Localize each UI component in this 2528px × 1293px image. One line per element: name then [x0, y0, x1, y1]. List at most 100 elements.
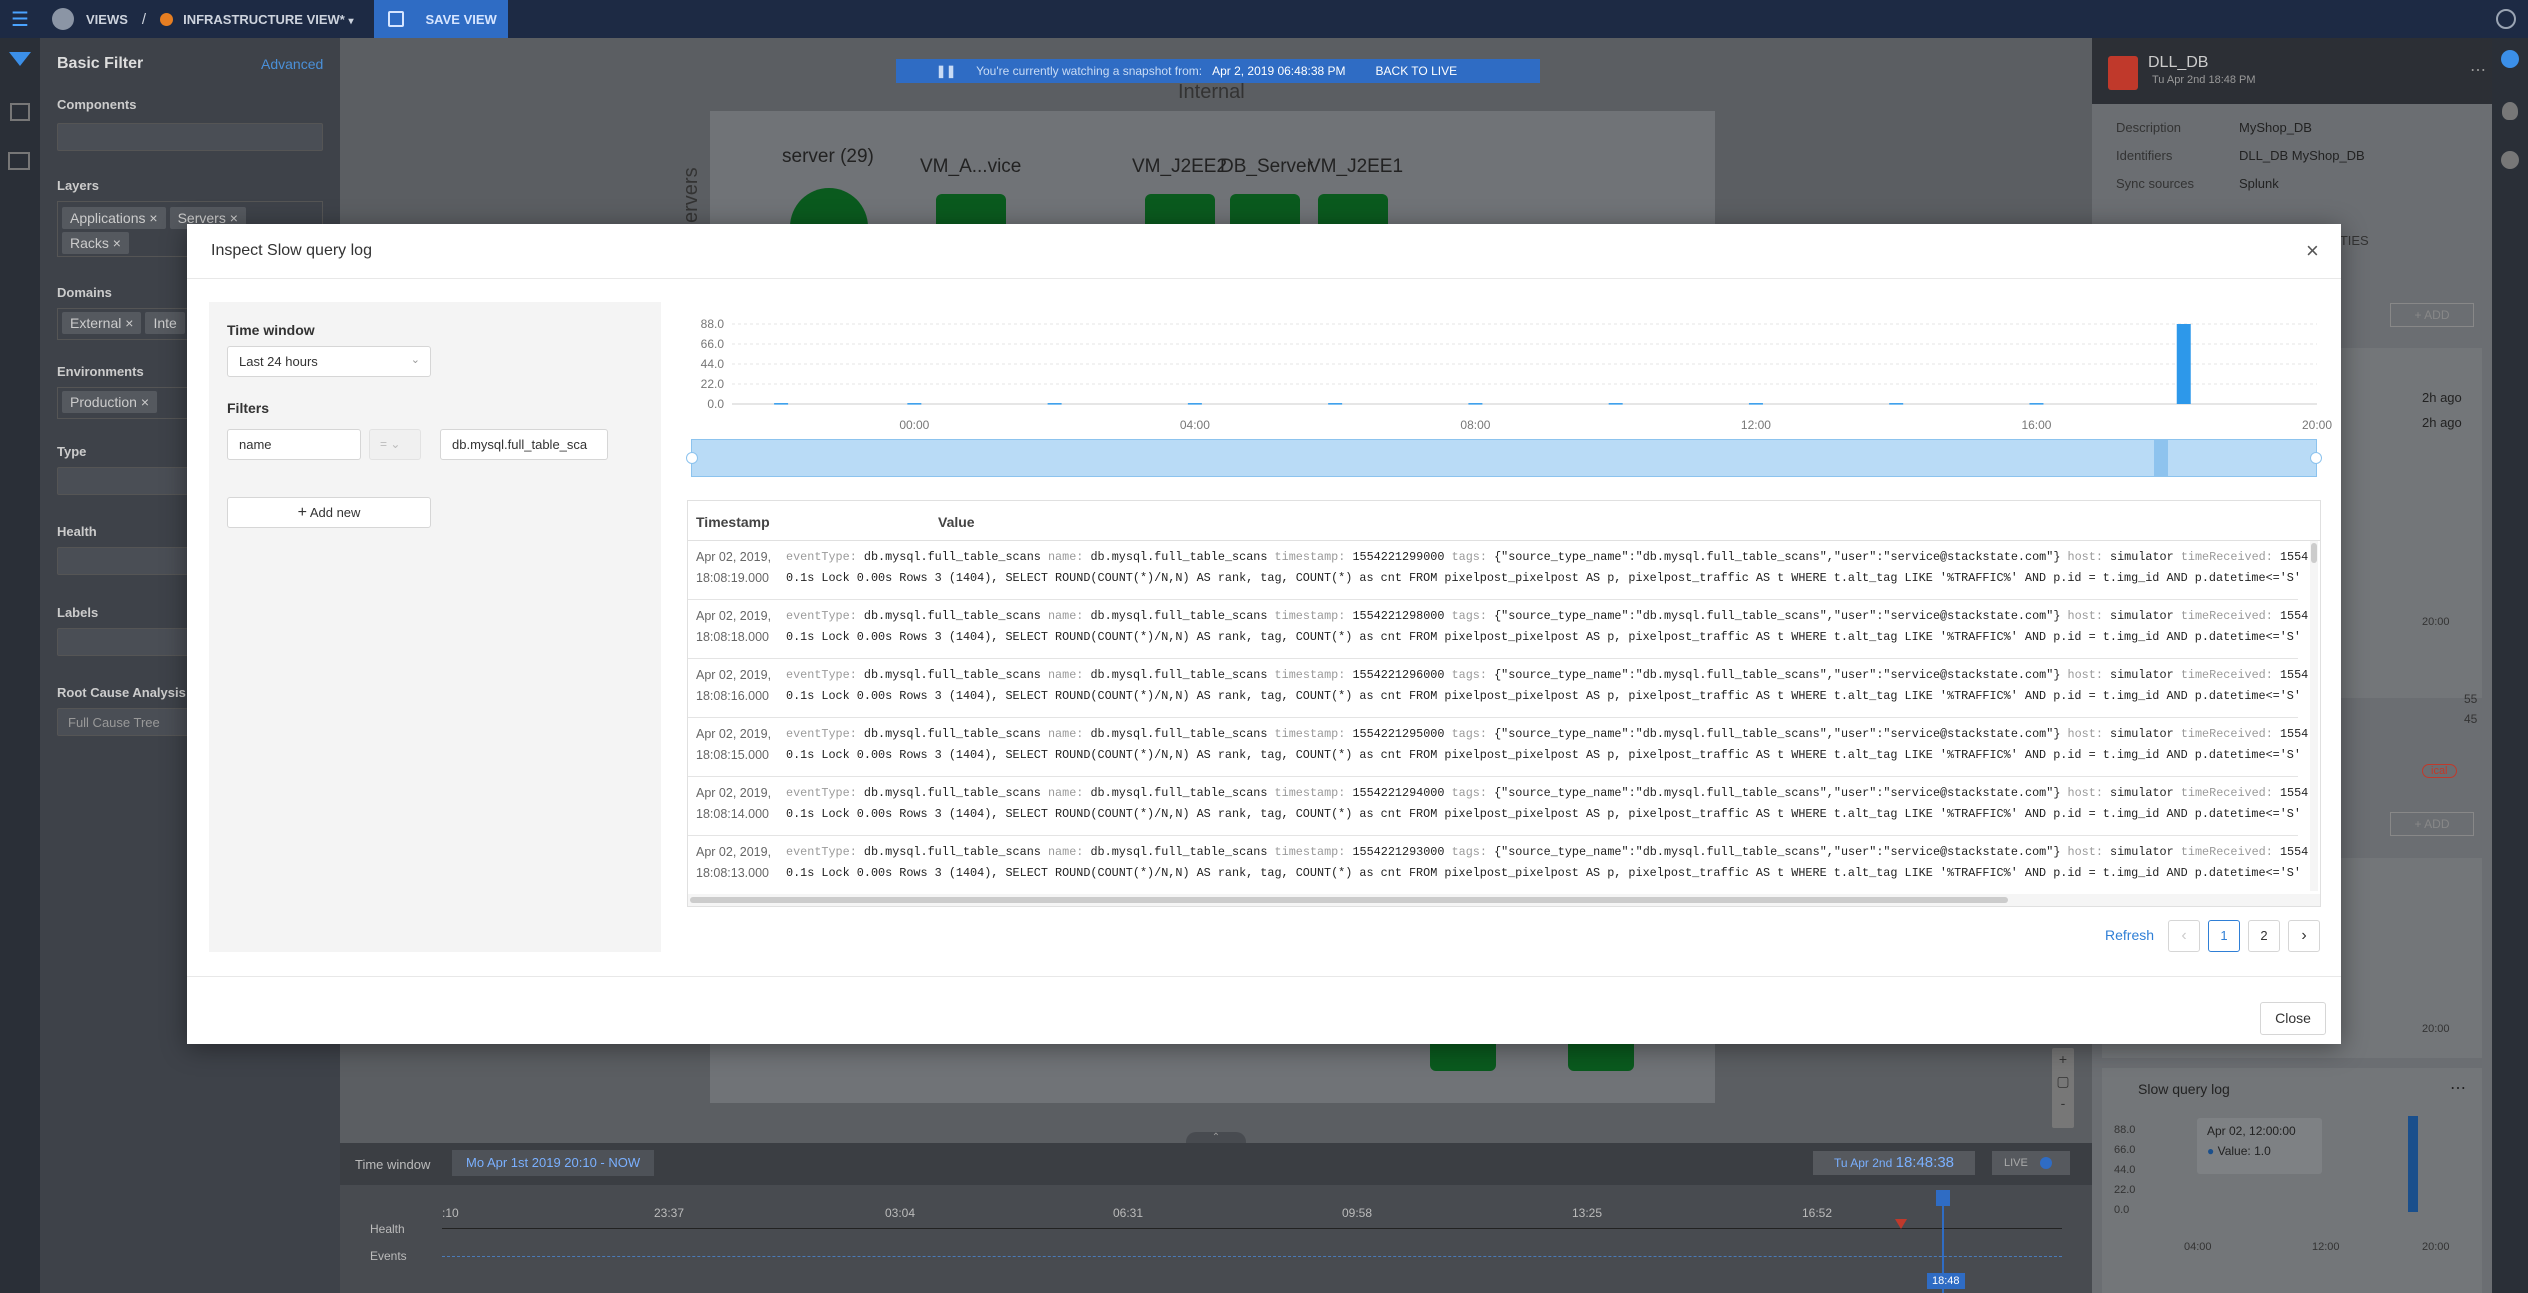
field-value: {"source_type_name":"db.mysql.full_table… — [1494, 786, 2061, 800]
page-button[interactable]: 2 — [2248, 920, 2280, 952]
filter-value-input[interactable]: db.mysql.full_table_sca — [440, 429, 608, 460]
chart-bar[interactable] — [2029, 403, 2044, 405]
close-icon[interactable]: × — [2306, 238, 2319, 264]
vertical-scrollbar[interactable] — [2310, 541, 2318, 891]
field-value: db.mysql.full_table_scans — [863, 845, 1041, 859]
x-tick-label: 16:00 — [2021, 418, 2051, 432]
chart-bar[interactable] — [774, 403, 789, 405]
row-time: 18:08:18.000 — [696, 630, 769, 644]
field-key: host: — [2067, 786, 2103, 800]
field-value: 1554221294000 — [1352, 786, 1445, 800]
field-key: tags: — [1451, 845, 1487, 859]
chart-bar[interactable] — [1187, 403, 1202, 405]
filter-key-input[interactable]: name — [227, 429, 361, 460]
field-key: tags: — [1451, 727, 1487, 741]
field-key: timestamp: — [1274, 845, 1346, 859]
field-key: timeReceived: — [2180, 550, 2273, 564]
row-value-line1: eventType: db.mysql.full_table_scans nam… — [786, 845, 2308, 859]
chart-bar[interactable] — [1889, 403, 1904, 405]
refresh-button[interactable]: Refresh — [2105, 927, 2154, 943]
table-body: Apr 02, 2019, 18:08:19.000 eventType: db.m… — [688, 541, 2308, 891]
field-value: {"source_type_name":"db.mysql.full_table… — [1494, 668, 2061, 682]
modal-footer-divider — [187, 976, 2341, 977]
field-key: eventType: — [786, 609, 857, 623]
field-value: 15542 — [2279, 550, 2308, 564]
field-value: 1554221295000 — [1352, 727, 1445, 741]
field-key: timeReceived: — [2180, 727, 2273, 741]
chart-bar[interactable] — [1328, 403, 1343, 405]
slider-right-handle[interactable] — [2310, 452, 2322, 464]
chart-bar[interactable] — [1047, 403, 1062, 405]
field-value: {"source_type_name":"db.mysql.full_table… — [1494, 727, 2061, 741]
field-value: simulator — [2110, 786, 2174, 800]
filters-label: Filters — [227, 400, 270, 416]
field-value: 1554221299000 — [1352, 550, 1445, 564]
field-value: db.mysql.full_table_scans — [863, 786, 1041, 800]
modal-title: Inspect Slow query log — [211, 242, 372, 259]
field-key: timestamp: — [1274, 786, 1346, 800]
field-key: tags: — [1451, 786, 1487, 800]
table-header: Timestamp Value — [688, 501, 2320, 541]
field-value: db.mysql.full_table_scans — [1090, 550, 1268, 564]
slider-left-handle[interactable] — [686, 452, 698, 464]
field-key: name: — [1047, 845, 1084, 859]
time-range-slider[interactable] — [686, 439, 2322, 477]
field-key: name: — [1047, 609, 1084, 623]
next-page-button[interactable]: › — [2288, 920, 2320, 952]
time-window-label: Time window — [227, 322, 315, 338]
time-window-select[interactable]: Last 24 hours ⌄ — [227, 346, 431, 377]
row-time: 18:08:19.000 — [696, 571, 769, 585]
field-value: 1554221293000 — [1352, 845, 1445, 859]
row-value-line1: eventType: db.mysql.full_table_scans nam… — [786, 786, 2308, 800]
row-time: 18:08:15.000 — [696, 748, 769, 762]
chart-bar[interactable] — [1608, 403, 1623, 405]
x-tick-label: 04:00 — [1180, 418, 1210, 432]
table-row[interactable]: Apr 02, 2019, 18:08:16.000 eventType: db.m… — [688, 659, 2308, 718]
chart-bar[interactable] — [1748, 403, 1763, 405]
table-row[interactable]: Apr 02, 2019, 18:08:13.000 eventType: db.m… — [688, 836, 2308, 891]
page-button[interactable]: 1 — [2208, 920, 2240, 952]
row-value-line2: 0.1s Lock 0.00s Rows 3 (1404), SELECT RO… — [786, 807, 2308, 821]
field-value: 15542 — [2279, 786, 2308, 800]
row-time: 18:08:14.000 — [696, 807, 769, 821]
field-value: db.mysql.full_table_scans — [1090, 786, 1268, 800]
x-tick-label: 00:00 — [899, 418, 929, 432]
field-value: db.mysql.full_table_scans — [1090, 845, 1268, 859]
add-new-filter-button[interactable]: + Add new — [227, 497, 431, 528]
chart-bar[interactable] — [907, 403, 922, 405]
field-key: timeReceived: — [2180, 609, 2273, 623]
field-key: host: — [2067, 845, 2103, 859]
field-key: eventType: — [786, 786, 857, 800]
field-key: eventType: — [786, 845, 857, 859]
field-value: db.mysql.full_table_scans — [1090, 727, 1268, 741]
field-key: eventType: — [786, 550, 857, 564]
row-date: Apr 02, 2019, — [696, 609, 772, 623]
close-button[interactable]: Close — [2260, 1002, 2326, 1035]
field-value: simulator — [2110, 668, 2174, 682]
timestamp-column-header[interactable]: Timestamp — [696, 514, 770, 530]
table-row[interactable]: Apr 02, 2019, 18:08:15.000 eventType: db.m… — [688, 718, 2308, 777]
table-row[interactable]: Apr 02, 2019, 18:08:19.000 eventType: db.m… — [688, 541, 2308, 600]
filter-operator-select[interactable]: = ⌄ — [369, 429, 421, 460]
field-key: host: — [2067, 609, 2103, 623]
value-column-header[interactable]: Value — [938, 514, 975, 530]
row-value-line1: eventType: db.mysql.full_table_scans nam… — [786, 609, 2308, 623]
row-value-line1: eventType: db.mysql.full_table_scans nam… — [786, 668, 2308, 682]
field-key: name: — [1047, 786, 1084, 800]
chart-bar[interactable] — [1468, 403, 1483, 405]
field-key: name: — [1047, 550, 1084, 564]
filter-sidebar: Time window Last 24 hours ⌄ Filters name… — [209, 302, 661, 952]
inspect-modal: Inspect Slow query log × Time window Las… — [187, 224, 2341, 1044]
row-value-line2: 0.1s Lock 0.00s Rows 3 (1404), SELECT RO… — [786, 630, 2308, 644]
field-value: simulator — [2110, 609, 2174, 623]
field-key: timeReceived: — [2180, 845, 2273, 859]
table-row[interactable]: Apr 02, 2019, 18:08:18.000 eventType: db.m… — [688, 600, 2308, 659]
table-row[interactable]: Apr 02, 2019, 18:08:14.000 eventType: db.m… — [688, 777, 2308, 836]
field-value: 15542 — [2279, 668, 2308, 682]
prev-page-button[interactable]: ‹ — [2168, 920, 2200, 952]
horizontal-scrollbar[interactable] — [688, 894, 2320, 906]
y-tick-label: 22.0 — [701, 377, 725, 391]
chart-bar[interactable] — [2176, 324, 2191, 404]
y-tick-label: 44.0 — [701, 357, 725, 371]
field-value: 15542 — [2279, 845, 2308, 859]
